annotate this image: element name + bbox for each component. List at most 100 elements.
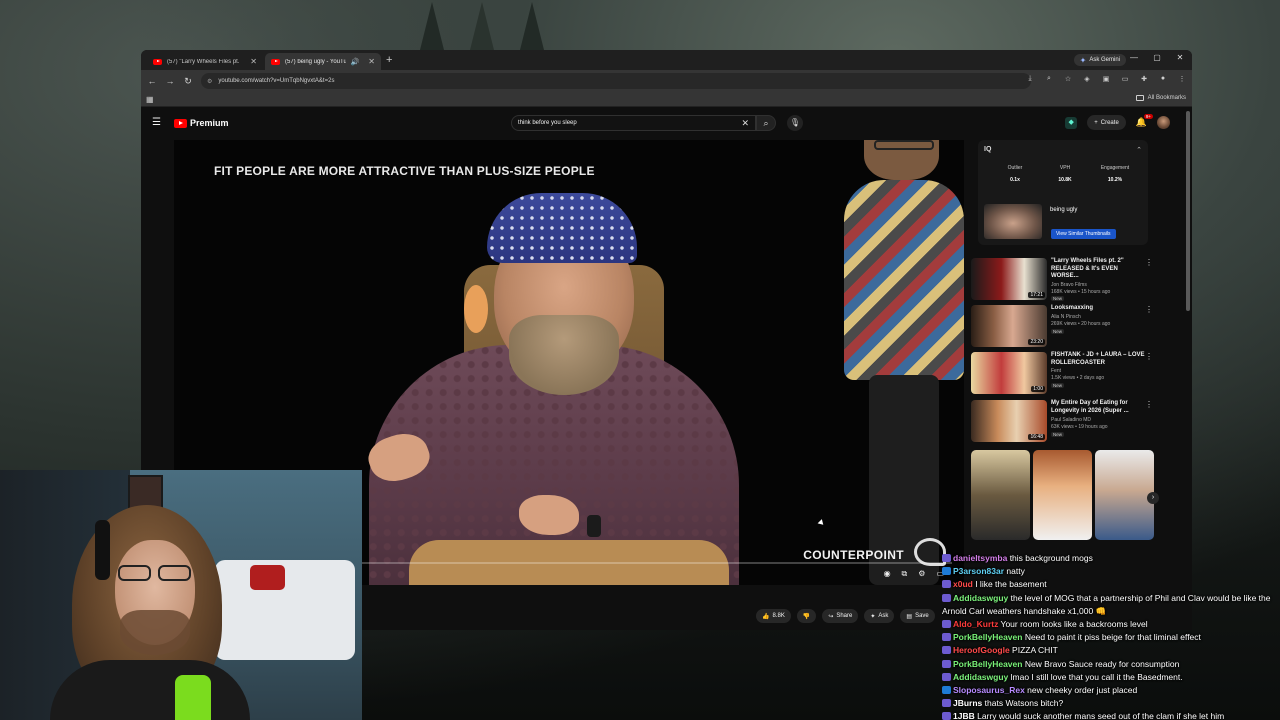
clear-search-icon[interactable]: ✕	[741, 118, 749, 129]
all-bookmarks-button[interactable]: All Bookmarks	[1135, 95, 1186, 101]
recommendation-thumbnail[interactable]: 17:21	[971, 258, 1047, 300]
headset	[95, 520, 110, 580]
chat-message: Addidaswguy lmao I still love that you c…	[942, 671, 1280, 684]
tab-larry-wheels[interactable]: (57) "Larry Wheels Files pt. 2" R ✕	[147, 53, 263, 70]
search-input[interactable]: think before you sleep ✕	[511, 115, 756, 131]
site-info-icon[interactable]: ⚙	[207, 78, 212, 85]
sparkle-icon: ✦	[870, 613, 876, 620]
chevron-right-icon[interactable]: ›	[1147, 492, 1159, 504]
minimize-icon[interactable]: —	[1124, 53, 1144, 62]
back-icon[interactable]: ←	[143, 76, 161, 86]
share-label: Share	[836, 613, 853, 619]
dislike-button[interactable]: 👎	[796, 609, 817, 623]
duration-badge: 1:00	[1031, 386, 1045, 392]
create-button[interactable]: + Create	[1087, 115, 1126, 130]
recommendation-item[interactable]: 16:48 My Entire Day of Eating for Longev…	[971, 400, 1161, 444]
like-button[interactable]: 👍 8.8K	[756, 609, 791, 623]
recommendation-thumbnail[interactable]: 1:00	[971, 352, 1047, 394]
recommendation-item[interactable]: 23:20 Looksmaxxing Alia N Pinsch 269K vi…	[971, 305, 1161, 349]
hamburger-menu-icon[interactable]: ☰	[152, 117, 161, 128]
tab-title: (57) "Larry Wheels Files pt. 2" R	[167, 58, 241, 65]
short-thumbnail[interactable]	[971, 450, 1030, 540]
more-options-icon[interactable]: ⋮	[1145, 305, 1153, 314]
thumbs-up-icon: 👍	[762, 613, 770, 620]
notification-badge: 9+	[1143, 114, 1153, 119]
ask-gemini-button[interactable]: ✦ Ask Gemini	[1073, 54, 1126, 66]
short-thumbnail[interactable]	[1033, 450, 1092, 540]
chat-text: natty	[1004, 566, 1025, 577]
more-options-icon[interactable]: ⋮	[1145, 400, 1153, 409]
recommendation-thumbnail[interactable]: 16:48	[971, 400, 1047, 442]
zoom-icon[interactable]: ⌕	[1045, 75, 1053, 83]
close-tab-icon[interactable]: ✕	[250, 57, 257, 66]
metric-engagement: Engagement 10.2%	[1090, 165, 1140, 183]
recommendation-item[interactable]: 17:21 "Larry Wheels Files pt. 2" RELEASE…	[971, 258, 1161, 302]
autoplay-toggle-icon[interactable]: ◉	[884, 569, 891, 579]
reload-icon[interactable]: ↻	[179, 76, 197, 87]
duration-badge: 23:20	[1028, 339, 1045, 345]
recommendation-channel[interactable]: Alia N Pinsch	[1051, 314, 1081, 320]
recommendation-channel[interactable]: Paul Saladino MD	[1051, 417, 1091, 423]
recommendation-title[interactable]: My Entire Day of Eating for Longevity in…	[1051, 400, 1146, 415]
recommendation-thumbnail[interactable]: 23:20	[971, 305, 1047, 347]
extension-icon[interactable]: ◈	[1083, 75, 1091, 83]
metric-value: 10.8K	[1058, 177, 1072, 183]
close-tab-icon[interactable]: ✕	[368, 57, 375, 66]
recommendation-title[interactable]: Looksmaxxing	[1051, 305, 1146, 313]
ask-button[interactable]: ✦ Ask	[864, 609, 895, 623]
puzzle-icon[interactable]: ✚	[1140, 75, 1148, 83]
new-badge: New	[1051, 432, 1065, 437]
chat-message: x0ud I like the basement	[942, 578, 1280, 591]
recommendation-meta: 168K views • 15 hours ago	[1051, 289, 1111, 295]
vidiq-extension-icon[interactable]: ◆	[1065, 116, 1078, 129]
recommendation-item[interactable]: 1:00 FISHTANK - JD + LAURA – LOVE ROLLER…	[971, 352, 1161, 396]
more-options-icon[interactable]: ⋮	[1145, 352, 1153, 361]
search-button[interactable]: ⌕	[756, 115, 776, 131]
share-button[interactable]: ↪ Share	[822, 609, 859, 623]
badge-icon	[942, 633, 951, 642]
recommendation-title[interactable]: FISHTANK - JD + LAURA – LOVE ROLLERCOAST…	[1051, 352, 1146, 367]
view-similar-thumbnails-button[interactable]: View Similar Thumbnails	[1051, 229, 1116, 239]
tab-being-ugly[interactable]: (57) being ugly - YouTube 🔊 ✕	[265, 53, 381, 70]
notifications-bell-icon[interactable]: 🔔 9+	[1136, 114, 1153, 128]
forward-icon[interactable]: →	[161, 76, 179, 86]
metric-vph: VPH 10.8K	[1040, 165, 1090, 183]
recommendation-channel[interactable]: Fent	[1051, 368, 1061, 374]
like-count: 8.8K	[772, 613, 785, 619]
close-window-icon[interactable]: ✕	[1170, 53, 1190, 62]
apps-grid-icon[interactable]: ▦	[146, 95, 154, 104]
header-actions: ◆ + Create 🔔 9+	[1065, 114, 1170, 130]
new-tab-icon[interactable]: +	[386, 54, 392, 66]
side-panel-icon[interactable]: ▣	[1102, 75, 1110, 83]
speaker-icon[interactable]: 🔊	[351, 58, 360, 66]
vidiq-panel: IQ ⌃ Outlier 0.1x VPH 10.8K Engagement 1…	[978, 140, 1148, 245]
chat-username: JBurns	[953, 698, 983, 709]
chevron-up-icon[interactable]: ⌃	[1136, 146, 1142, 154]
short-thumbnail[interactable]	[1095, 450, 1154, 540]
address-bar[interactable]: ⚙ youtube.com/watch?v=UmTqbNgvxtA&t=2s	[201, 73, 1031, 89]
bandana	[487, 193, 637, 263]
voice-search-button[interactable]: 🎙	[787, 115, 803, 131]
chat-text: new cheeky order just placed	[1024, 685, 1138, 696]
bookmark-star-icon[interactable]: ☆	[1064, 75, 1072, 83]
chat-text: New Bravo Sauce ready for consumption	[1022, 658, 1180, 669]
chat-text: Larry would suck another mans seed out o…	[974, 711, 1225, 720]
more-options-icon[interactable]: ⋮	[1145, 258, 1153, 267]
cast-icon[interactable]: ▭	[1121, 75, 1129, 83]
install-icon[interactable]: ⤓	[1026, 75, 1034, 83]
chat-message: PorkBellyHeaven New Bravo Sauce ready fo…	[942, 658, 1280, 671]
menu-kebab-icon[interactable]: ⋮	[1178, 75, 1186, 83]
recommendation-channel[interactable]: Jon Bravo Films	[1051, 282, 1087, 288]
recommendation-title[interactable]: "Larry Wheels Files pt. 2" RELEASED & It…	[1051, 258, 1146, 281]
chat-username: PorkBellyHeaven	[953, 658, 1023, 669]
badge-icon	[942, 699, 951, 708]
settings-gear-icon[interactable]: ⚙	[918, 569, 925, 579]
account-avatar[interactable]	[1157, 116, 1170, 129]
metric-label: Outlier	[1007, 165, 1023, 171]
page-scrollbar[interactable]	[1186, 111, 1190, 311]
youtube-logo[interactable]: Premium	[174, 118, 229, 128]
profile-icon[interactable]: ●	[1159, 75, 1167, 83]
save-button[interactable]: ▤ Save	[900, 609, 935, 623]
captions-icon[interactable]: ⧉	[902, 569, 908, 579]
maximize-icon[interactable]: ▢	[1147, 53, 1167, 62]
